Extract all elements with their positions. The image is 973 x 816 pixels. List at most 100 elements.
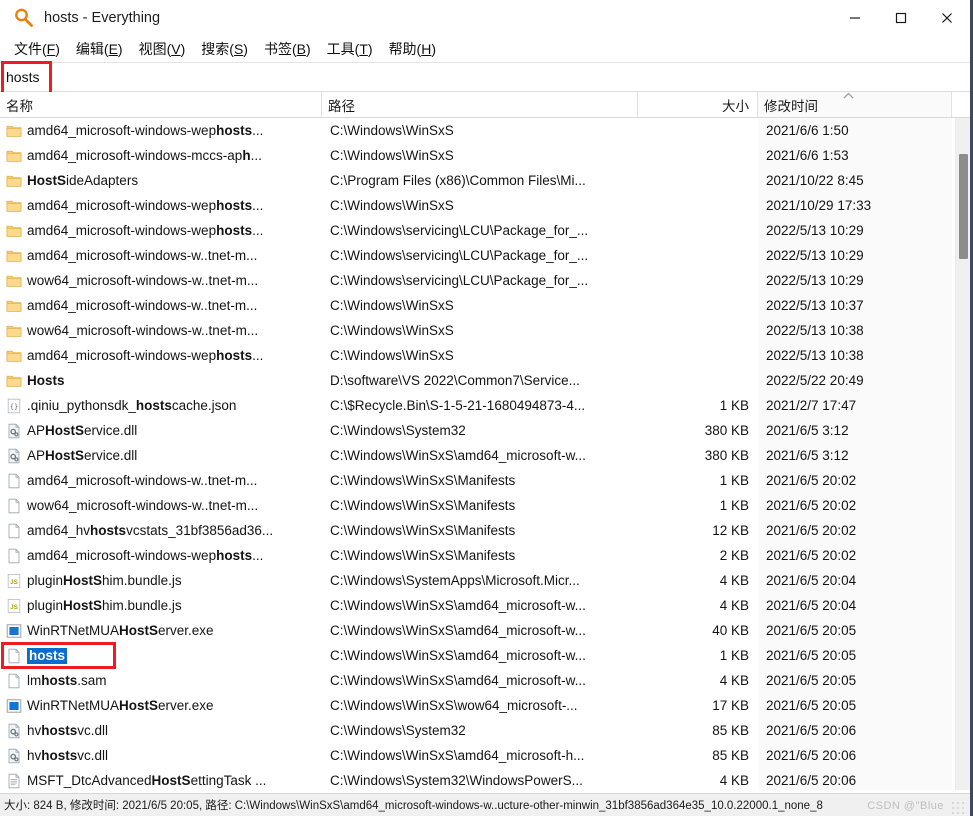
cell-name: APHostService.dll bbox=[0, 423, 322, 439]
menu-search[interactable]: 搜索(S) bbox=[193, 37, 256, 61]
file-name: amd64_microsoft-windows-w..tnet-m... bbox=[27, 248, 257, 263]
table-row[interactable]: hosts C:\Windows\WinSxS\amd64_microsoft-w… bbox=[0, 643, 970, 668]
results-list[interactable]: amd64_microsoft-windows-wephosts... C:\Wi… bbox=[0, 118, 970, 790]
cell-date: 2021/6/5 20:04 bbox=[758, 568, 952, 593]
blank-file-icon bbox=[8, 548, 20, 563]
table-row[interactable]: amd64_hvhostsvcstats_31bf3856ad36... C:\W… bbox=[0, 518, 970, 543]
dll-icon bbox=[8, 423, 20, 438]
file-name: APHostService.dll bbox=[27, 448, 137, 463]
file-name-text: APHostService.dll bbox=[27, 448, 138, 463]
folder-icon bbox=[6, 275, 22, 287]
column-header-name[interactable]: 名称 bbox=[0, 92, 322, 117]
cell-path: C:\Windows\WinSxS bbox=[330, 348, 454, 363]
file-name: hvhostsvc.dll bbox=[27, 723, 108, 738]
table-row[interactable]: hvhostsvc.dll C:\Windows\System32 85 KB 202… bbox=[0, 718, 970, 743]
table-row[interactable]: amd64_microsoft-windows-wephosts... C:\Wi… bbox=[0, 543, 970, 568]
file-name: MSFT_DtcAdvancedHostSettingTask ... bbox=[27, 773, 266, 788]
cell-size: 380 KB bbox=[704, 423, 749, 438]
sort-ascending-icon bbox=[842, 92, 855, 101]
cell-path: C:\$Recycle.Bin\S-1-5-21-1680494873-4... bbox=[330, 398, 586, 413]
table-row[interactable]: wow64_microsoft-windows-w..tnet-m... C:\W… bbox=[0, 268, 970, 293]
cell-date: 2022/5/13 10:38 bbox=[758, 343, 952, 368]
file-name-text: amd64_hvhostsvcstats_31bf3856ad36... bbox=[27, 523, 274, 538]
cell-path: C:\Windows\SystemApps\Microsoft.Micr... bbox=[330, 573, 580, 588]
js-icon: JS bbox=[7, 598, 21, 613]
json-icon: {} bbox=[7, 398, 21, 413]
exe-icon bbox=[6, 623, 22, 638]
cell-path: C:\Windows\WinSxS\Manifests bbox=[330, 473, 516, 488]
cell-size: 85 KB bbox=[712, 748, 749, 763]
table-row[interactable]: hvhostsvc.dll C:\Windows\WinSxS\amd64_mic… bbox=[0, 743, 970, 768]
table-row[interactable]: JS pluginHostShim.bundle.js C:\Windows\Win… bbox=[0, 593, 970, 618]
cell-size: 1 KB bbox=[719, 473, 749, 488]
cell-date: 2021/6/5 20:02 bbox=[758, 468, 952, 493]
table-row[interactable]: Hosts D:\software\VS 2022\Common7\Service… bbox=[0, 368, 970, 393]
file-name-text: wow64_microsoft-windows-w..tnet-m... bbox=[27, 273, 259, 288]
table-row[interactable]: amd64_microsoft-windows-w..tnet-m... C:\W… bbox=[0, 243, 970, 268]
table-row[interactable]: wow64_microsoft-windows-w..tnet-m... C:\W… bbox=[0, 318, 970, 343]
column-header-date[interactable]: 修改时间 bbox=[758, 92, 952, 117]
cell-path: C:\Windows\WinSxS\Manifests bbox=[330, 548, 516, 563]
table-row[interactable]: WinRTNetMUAHostServer.exe C:\Windows\WinS… bbox=[0, 693, 970, 718]
table-row[interactable]: MSFT_DtcAdvancedHostSettingTask ... C:\Wi… bbox=[0, 768, 970, 790]
menu-tools[interactable]: 工具(T) bbox=[319, 37, 381, 61]
table-row[interactable]: amd64_microsoft-windows-w..tnet-m... C:\W… bbox=[0, 293, 970, 318]
table-row[interactable]: amd64_microsoft-windows-wephosts... C:\Wi… bbox=[0, 218, 970, 243]
column-header-path[interactable]: 路径 bbox=[322, 92, 638, 117]
cell-date: 2021/10/22 8:45 bbox=[758, 168, 952, 193]
status-bar-text: 大小: 824 B, 修改时间: 2021/6/5 20:05, 路径: C:\… bbox=[4, 800, 823, 812]
table-row[interactable]: amd64_microsoft-windows-w..tnet-m... C:\W… bbox=[0, 468, 970, 493]
file-name: amd64_microsoft-windows-wephosts... bbox=[27, 223, 263, 238]
table-row[interactable]: amd64_microsoft-windows-wephosts... C:\Wi… bbox=[0, 118, 970, 143]
file-name: amd64_microsoft-windows-w..tnet-m... bbox=[27, 473, 257, 488]
vertical-scrollbar[interactable] bbox=[955, 118, 970, 790]
table-row[interactable]: {} .qiniu_pythonsdk_hostscache.json C:\$Re… bbox=[0, 393, 970, 418]
file-name-text: wow64_microsoft-windows-w..tnet-m... bbox=[27, 323, 259, 338]
file-name: amd64_microsoft-windows-w..tnet-m... bbox=[27, 298, 257, 313]
vertical-scrollbar-thumb[interactable] bbox=[959, 154, 968, 259]
table-row[interactable]: amd64_microsoft-windows-mccs-aph... C:\Wi… bbox=[0, 143, 970, 168]
cell-name: hosts bbox=[0, 647, 322, 664]
menu-view[interactable]: 视图(V) bbox=[131, 37, 194, 61]
cell-date: 2021/6/5 20:02 bbox=[758, 543, 952, 568]
table-row[interactable]: WinRTNetMUAHostServer.exe C:\Windows\WinS… bbox=[0, 618, 970, 643]
cell-name: amd64_microsoft-windows-wephosts... bbox=[0, 348, 322, 364]
folder-icon bbox=[6, 200, 22, 212]
column-header-date-label: 修改时间 bbox=[764, 98, 818, 114]
file-name-text: amd64_microsoft-windows-w..tnet-m... bbox=[27, 248, 258, 263]
cell-size: 4 KB bbox=[719, 573, 749, 588]
cell-path: C:\Windows\WinSxS bbox=[330, 123, 454, 138]
file-name: Hosts bbox=[27, 373, 65, 388]
table-row[interactable]: wow64_microsoft-windows-w..tnet-m... C:\W… bbox=[0, 493, 970, 518]
file-name: amd64_microsoft-windows-wephosts... bbox=[27, 548, 263, 563]
cell-path: C:\Windows\WinSxS\amd64_microsoft-w... bbox=[330, 598, 586, 613]
table-row[interactable]: amd64_microsoft-windows-wephosts... C:\Wi… bbox=[0, 193, 970, 218]
table-row[interactable]: lmhosts.sam C:\Windows\WinSxS\amd64_micro… bbox=[0, 668, 970, 693]
menu-help[interactable]: 帮助(H) bbox=[381, 37, 444, 61]
cell-date: 2021/6/5 20:05 bbox=[758, 643, 952, 668]
cell-name: wow64_microsoft-windows-w..tnet-m... bbox=[0, 498, 322, 514]
table-row[interactable]: amd64_microsoft-windows-wephosts... C:\Wi… bbox=[0, 343, 970, 368]
cell-size: 1 KB bbox=[719, 498, 749, 513]
minimize-button[interactable] bbox=[832, 0, 878, 36]
column-header-size[interactable]: 大小 bbox=[638, 92, 758, 117]
file-name-text: amd64_microsoft-windows-wephosts... bbox=[27, 198, 264, 213]
menu-bookmarks[interactable]: 书签(B) bbox=[256, 37, 319, 61]
cell-name: wow64_microsoft-windows-w..tnet-m... bbox=[0, 273, 322, 289]
cell-path: C:\Windows\servicing\LCU\Package_for_... bbox=[330, 248, 589, 263]
file-name-text: pluginHostShim.bundle.js bbox=[27, 598, 182, 613]
search-input[interactable] bbox=[0, 63, 970, 91]
table-row[interactable]: JS pluginHostShim.bundle.js C:\Windows\Sys… bbox=[0, 568, 970, 593]
folder-icon bbox=[6, 150, 22, 162]
cell-date: 2021/10/29 17:33 bbox=[758, 193, 952, 218]
table-row[interactable]: APHostService.dll C:\Windows\WinSxS\amd64… bbox=[0, 443, 970, 468]
cell-date: 2022/5/13 10:37 bbox=[758, 293, 952, 318]
close-button[interactable] bbox=[924, 0, 970, 36]
file-name-text: MSFT_DtcAdvancedHostSettingTask ... bbox=[27, 773, 267, 788]
cell-path: C:\Windows\System32\WindowsPowerS... bbox=[330, 773, 583, 788]
table-row[interactable]: APHostService.dll C:\Windows\System32 380 … bbox=[0, 418, 970, 443]
menu-edit[interactable]: 编辑(E) bbox=[68, 37, 131, 61]
menu-file[interactable]: 文件(F) bbox=[6, 37, 68, 61]
table-row[interactable]: HostSideAdapters C:\Program Files (x86)\C… bbox=[0, 168, 970, 193]
maximize-button[interactable] bbox=[878, 0, 924, 36]
